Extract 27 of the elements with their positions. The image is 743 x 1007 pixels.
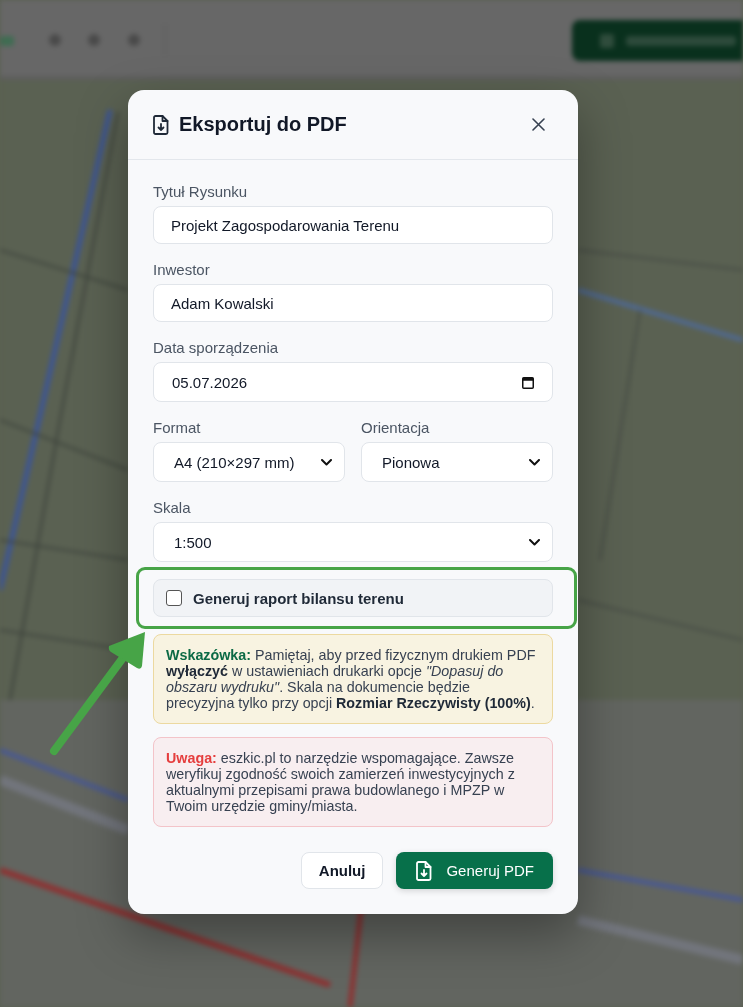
checkbox-label[interactable]: Generuj raport bilansu terenu	[193, 589, 404, 607]
warning-text: Uwaga: eszkic.pl to narzędzie wspomagające. Zawsze weryfikuj zgodność swoich zamierzeń inwestycyjnych z aktualnymi przepisami prawa budowlanego i MPZP w Twoim urzędzie gminy/miasta.	[166, 750, 516, 814]
field-label: Orientacja	[361, 418, 430, 437]
dropdown-select[interactable]: Pionowa	[361, 442, 553, 482]
text-input[interactable]: Adam Kowalski	[153, 284, 553, 322]
file-download-icon	[416, 860, 433, 881]
chevron-down-icon	[529, 538, 540, 546]
text-input[interactable]: Projekt Zagospodarowania Terenu	[153, 206, 553, 244]
field-label: Inwestor	[153, 260, 210, 279]
generate-pdf-button[interactable]: Generuj PDF	[396, 852, 553, 889]
field-label: Data sporządzenia	[153, 338, 279, 357]
field-label: Format	[153, 418, 201, 437]
dropdown-select[interactable]: A4 (210×297 mm)	[153, 442, 345, 482]
cancel-button[interactable]: Anuluj	[300, 852, 384, 889]
dropdown-select[interactable]: 1:500	[153, 522, 553, 562]
field-label: Skala	[153, 498, 191, 517]
field-label: Tytuł Rysunku	[153, 182, 248, 201]
file-download-icon	[153, 114, 169, 135]
chevron-down-icon	[529, 458, 540, 466]
calendar-icon	[522, 375, 534, 389]
chevron-down-icon	[321, 458, 332, 466]
date-input[interactable]: 05.07.2026	[153, 362, 553, 402]
close-button[interactable]	[529, 115, 547, 134]
dialog-title: Eksportuj do PDF	[179, 113, 347, 136]
checkbox[interactable]	[166, 590, 182, 606]
close-icon	[531, 118, 545, 131]
tip-text: Wskazówka: Pamiętaj, aby przed fizycznym drukiem PDF wyłączyć w ustawieniach drukarki opcje "Dopasuj do obszaru wydruku". Skala na dokumencie będzie precyzyjna tylko przy opcji Rozmiar Rzeczywisty (100%).	[166, 647, 537, 711]
